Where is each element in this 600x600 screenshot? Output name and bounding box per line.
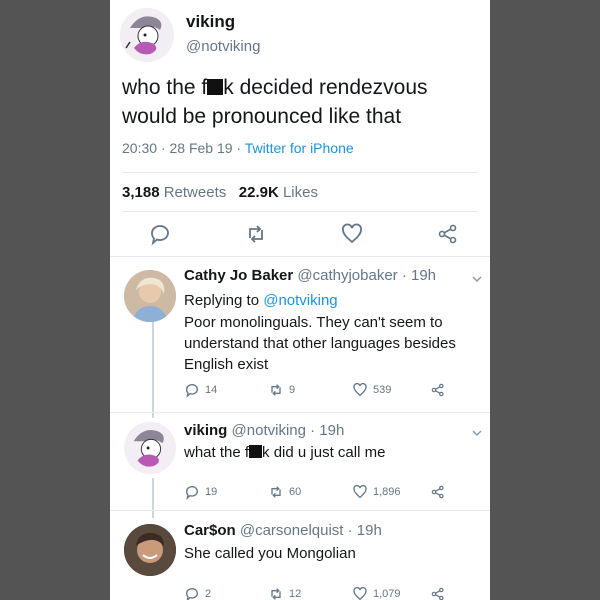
tweet-text: who the fk decided rendezvous would be p…	[122, 73, 482, 131]
retweet-icon	[249, 225, 263, 243]
reply-text-part: k did u just call me	[262, 444, 386, 461]
display-name[interactable]: viking	[184, 422, 227, 439]
avatar[interactable]	[124, 270, 176, 322]
reply-text: Poor monolinguals. They can't seem to un…	[184, 314, 456, 373]
cartoon-avatar-icon	[120, 8, 174, 62]
tweet-timestamp: 20:30 · 28 Feb 19 ·	[122, 140, 245, 156]
display-name[interactable]: viking	[186, 12, 235, 32]
avatar[interactable]	[124, 422, 176, 474]
like-button[interactable]: 1,079	[352, 586, 401, 600]
cartoon-avatar-icon	[124, 422, 176, 474]
like-count: 539	[373, 384, 392, 396]
like-button[interactable]: 1,896	[352, 484, 401, 500]
heart-icon	[353, 484, 367, 499]
share-icon	[431, 485, 444, 499]
user-handle[interactable]: @cathyjobaker · 19h	[297, 267, 436, 284]
chevron-down-icon[interactable]	[472, 428, 482, 438]
share-icon	[438, 224, 457, 244]
tweet-stats: 3,188 Retweets 22.9K Likes	[122, 184, 318, 201]
tweet-client-link[interactable]: Twitter for iPhone	[245, 140, 354, 156]
divider	[110, 510, 490, 511]
user-handle[interactable]: @notviking	[186, 38, 260, 55]
heart-icon	[342, 223, 362, 244]
replying-to: Replying to @notviking	[184, 290, 482, 311]
tweet-actions	[110, 222, 490, 248]
display-name[interactable]: Car$on	[184, 522, 236, 539]
like-count: 1,079	[373, 588, 401, 600]
like-count: 1,896	[373, 486, 401, 498]
redaction-block	[249, 445, 263, 458]
reply-count: 2	[205, 588, 212, 600]
retweet-count: 9	[289, 384, 296, 396]
divider	[122, 172, 478, 173]
retweet-icon	[271, 588, 281, 600]
share-icon	[431, 383, 444, 397]
tweet-text-part: who the f	[122, 76, 208, 99]
reply-text: She called you Mongolian	[184, 545, 356, 562]
reply-actions: 14 9 539	[184, 382, 474, 400]
heart-icon	[353, 382, 367, 397]
replying-to-label: Replying to	[184, 292, 264, 309]
divider	[110, 412, 490, 413]
reply-count: 14	[205, 384, 218, 396]
share-button[interactable]	[430, 484, 446, 500]
likes-label[interactable]: Likes	[283, 184, 318, 201]
divider	[122, 211, 478, 212]
user-handle[interactable]: @carsonelquist · 19h	[240, 522, 382, 539]
share-button[interactable]	[430, 382, 446, 398]
heart-icon	[353, 586, 367, 600]
retweet-count: 60	[289, 486, 302, 498]
user-handle[interactable]: @notviking · 19h	[232, 422, 345, 439]
retweet-icon	[271, 486, 281, 498]
thread-line	[152, 478, 154, 518]
display-name[interactable]: Cathy Jo Baker	[184, 267, 293, 284]
chevron-down-icon[interactable]	[472, 274, 482, 284]
divider	[110, 256, 490, 257]
reply-button[interactable]: 19	[184, 484, 217, 500]
thread-line	[152, 318, 154, 418]
retweets-label[interactable]: Retweets	[164, 184, 227, 201]
retweet-button[interactable]	[244, 222, 268, 246]
retweet-button[interactable]: 60	[268, 484, 301, 500]
replying-to-handle[interactable]: @notviking	[263, 292, 337, 309]
reply-icon	[185, 384, 198, 398]
avatar[interactable]	[124, 524, 176, 576]
reply-icon	[185, 588, 198, 600]
retweet-icon	[271, 384, 281, 396]
retweet-button[interactable]: 9	[268, 382, 295, 398]
reply-text: what the f k did u just call me	[184, 442, 482, 463]
reply-header: Car$on @carsonelquist · 19h	[184, 522, 382, 539]
reply-icon	[185, 486, 198, 500]
retweet-button[interactable]: 12	[268, 586, 301, 600]
likes-count[interactable]: 22.9K	[239, 184, 279, 201]
reply-header: Cathy Jo Baker @cathyjobaker · 19h	[184, 267, 436, 284]
share-icon	[431, 587, 444, 600]
share-button[interactable]	[436, 222, 460, 246]
retweets-count[interactable]: 3,188	[122, 184, 160, 201]
tweet-meta: 20:30 · 28 Feb 19 · Twitter for iPhone	[122, 140, 354, 156]
like-button[interactable]	[340, 222, 364, 246]
reply-count: 19	[205, 486, 218, 498]
reply-button[interactable]: 2	[184, 586, 211, 600]
tweet-card: viking @notviking who the fk decided ren…	[110, 0, 490, 600]
reply-icon	[151, 225, 169, 246]
reply-button[interactable]	[148, 222, 172, 246]
retweet-count: 12	[289, 588, 302, 600]
reply-actions: 19 60 1,896	[184, 484, 474, 502]
reply-actions: 2 12 1,079	[184, 586, 474, 600]
like-button[interactable]: 539	[352, 382, 391, 398]
redaction-block	[207, 79, 224, 95]
share-button[interactable]	[430, 586, 446, 600]
reply-button[interactable]: 14	[184, 382, 217, 398]
reply-text-part: what the f	[184, 444, 250, 461]
avatar[interactable]	[120, 8, 174, 62]
profile-photo-icon	[124, 270, 176, 322]
profile-photo-icon	[124, 524, 176, 576]
reply-header: viking @notviking · 19h	[184, 422, 344, 439]
